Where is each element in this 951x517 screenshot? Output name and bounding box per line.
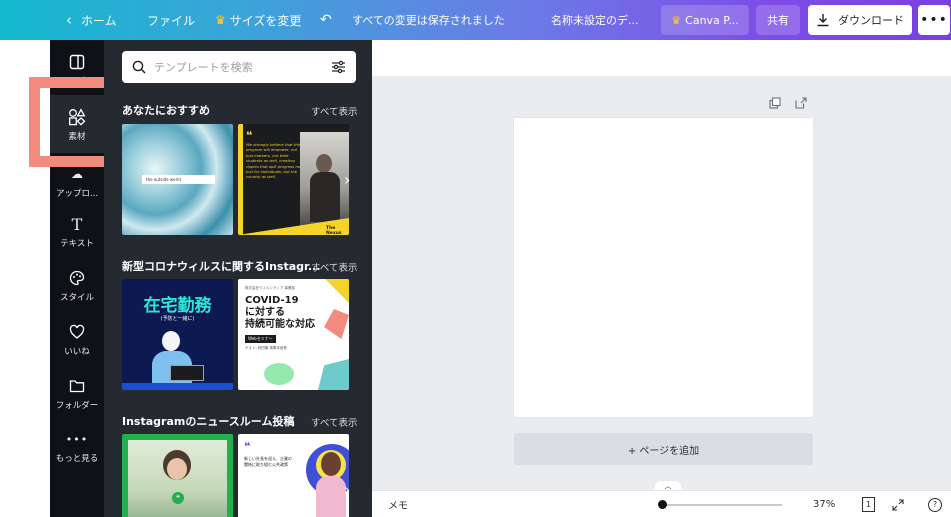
covid-org: 株式会社ウィルシディア 事業部: [245, 286, 295, 290]
home-button[interactable]: ‹ ホーム: [66, 0, 117, 40]
zoom-level[interactable]: 37%: [813, 491, 835, 517]
download-button[interactable]: ダウンロード: [808, 5, 912, 35]
rail-item-likes[interactable]: いいね: [50, 322, 104, 360]
palette-icon: [67, 268, 87, 288]
rail-label: いいね: [64, 347, 90, 357]
rail-item-uploads[interactable]: ☁ アップロ...: [50, 164, 104, 202]
search-box[interactable]: [122, 51, 356, 83]
heart-icon: [67, 322, 87, 342]
download-icon: [817, 14, 829, 27]
thumb-search-bar: the outside world: [142, 175, 215, 184]
rail-label: アップロ...: [55, 189, 99, 199]
templates-panel: あなたにおすすめ すべて表示 the outside world ❝ We st…: [104, 40, 372, 517]
resize-label: サイズを変更: [229, 13, 302, 28]
template-thumb-home-work[interactable]: 在宅勤務 (予防と一緒に): [122, 279, 233, 390]
template-icon: [67, 52, 87, 72]
help-icon: ?: [928, 497, 942, 512]
news-title: 新しい社長を迎え、企業の関係に取り組む公共政策: [244, 456, 292, 467]
chevron-right-icon[interactable]: ›: [344, 480, 350, 499]
crown-icon: ♛: [215, 13, 226, 27]
covid-guest: ゲスト: 林田隆 事業本部長: [245, 346, 287, 350]
canva-pro-label: Canva P...: [685, 13, 739, 27]
upload-icon: ☁: [71, 167, 83, 181]
rail-label: フォルダー: [55, 401, 99, 411]
rail-item-text[interactable]: T テキスト: [50, 214, 104, 252]
home-label: ホーム: [81, 13, 117, 28]
page-count: 1: [862, 497, 875, 512]
quote-mark-icon: ❝: [244, 440, 251, 453]
template-thumb-ocean[interactable]: the outside world: [122, 124, 233, 235]
canvas-toolbar: [372, 40, 951, 76]
undo-icon[interactable]: ↶: [320, 0, 332, 40]
bottom-bar: メモ 37% 1 ?: [372, 490, 951, 517]
text-icon: T: [71, 214, 83, 234]
filter-icon[interactable]: [331, 60, 346, 74]
duplicate-page-icon[interactable]: [769, 97, 781, 112]
fullscreen-icon[interactable]: [892, 491, 904, 517]
template-thumb-quote[interactable]: ❝ We strongly believe that this program …: [238, 124, 349, 235]
quote-mark-icon: ❝: [246, 129, 253, 142]
resize-button[interactable]: ♛ サイズを変更: [215, 0, 301, 40]
more-options-button[interactable]: •••: [918, 5, 950, 35]
canva-pro-button[interactable]: ♛ Canva P...: [661, 5, 749, 35]
crown-icon: ♛: [671, 13, 682, 27]
home-work-sub: (予防と一緒に): [160, 316, 195, 322]
template-thumb-covid[interactable]: 株式会社ウィルシディア 事業部 COVID-19 に対する 持続可能な対応 We…: [238, 279, 349, 390]
section-title: 新型コロナウィルスに関するInstagr...: [122, 260, 321, 273]
add-page-button[interactable]: + ページを追加: [514, 433, 813, 465]
search-icon: [132, 60, 146, 74]
page-count-button[interactable]: 1: [862, 491, 875, 517]
see-all-link[interactable]: すべて表示: [311, 104, 357, 118]
home-work-title: 在宅勤務: [143, 296, 212, 316]
template-thumb-news-purple[interactable]: ❝ 新しい社長を迎え、企業の関係に取り組む公共政策: [238, 434, 349, 517]
add-page-icon[interactable]: [795, 97, 807, 112]
search-input[interactable]: [154, 60, 331, 74]
folder-icon: [67, 376, 87, 396]
covid-badge: Webセミナー: [245, 335, 276, 343]
see-all-link[interactable]: すべて表示: [311, 260, 357, 274]
top-bar: ‹ ホーム ファイル ♛ サイズを変更 ↶ すべての変更は保存されました 名称未…: [0, 0, 951, 40]
dots-icon: •••: [65, 432, 89, 446]
see-all-link[interactable]: すべて表示: [311, 415, 357, 429]
rail-label: スタイル: [59, 293, 94, 303]
save-status: すべての変更は保存されました: [352, 14, 505, 27]
section-title: あなたにおすすめ: [122, 104, 210, 117]
covid-title: COVID-19 に対する 持続可能な対応: [245, 295, 315, 330]
design-page[interactable]: [514, 118, 813, 417]
chevron-right-icon[interactable]: ›: [344, 325, 350, 344]
share-button[interactable]: 共有: [756, 5, 800, 35]
chevron-left-icon: ‹: [66, 11, 72, 29]
zoom-slider-knob[interactable]: [658, 500, 667, 509]
rail-item-folders[interactable]: フォルダー: [50, 376, 104, 414]
rail-item-more[interactable]: ••• もっと見る: [50, 429, 104, 467]
template-thumb-news-green[interactable]: ❝: [122, 434, 233, 517]
section-title: Instagramのニュースルーム投稿: [122, 415, 295, 428]
download-label: ダウンロード: [838, 14, 904, 27]
document-title[interactable]: 名称未設定のデ...: [551, 0, 639, 40]
rail-label: もっと見る: [55, 454, 99, 464]
quote-brand: The Nexus: [326, 226, 342, 235]
rail-label: テキスト: [60, 239, 94, 249]
memo-button[interactable]: メモ: [388, 491, 408, 517]
quote-mark-icon: ❝: [172, 492, 184, 504]
quote-text: We strongly believe that this program wi…: [246, 142, 302, 180]
zoom-slider[interactable]: [660, 504, 782, 506]
chevron-right-icon[interactable]: ›: [344, 170, 350, 189]
help-button[interactable]: ?: [928, 491, 942, 517]
file-menu[interactable]: ファイル: [147, 0, 195, 40]
canvas-workspace: + ページを追加 ︿ メモ 37% 1 ?: [372, 40, 951, 517]
rail-item-styles[interactable]: スタイル: [50, 268, 104, 306]
